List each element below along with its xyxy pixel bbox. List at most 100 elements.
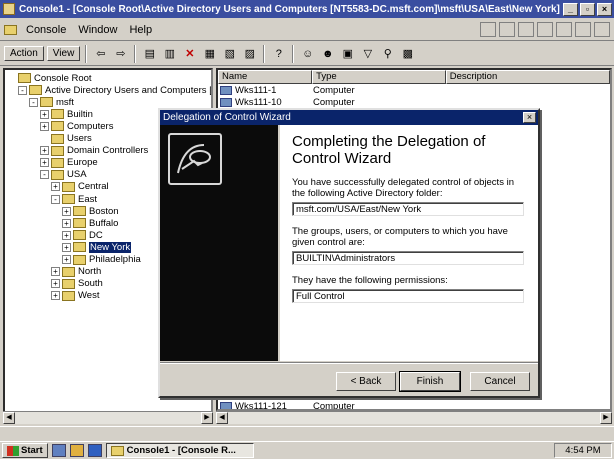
expand-icon[interactable]: + [40,146,49,156]
tree-item[interactable]: + DC [62,229,103,241]
tree-item-label: Console Root [34,72,92,84]
up-folder-icon[interactable]: ▤ [141,46,158,62]
expand-icon[interactable]: + [51,182,60,192]
view-menu[interactable]: View [46,46,81,61]
new-user-icon[interactable]: ☺ [299,46,316,62]
tree-item[interactable]: - Active Directory Users and Computers [N… [18,84,211,96]
expand-icon[interactable]: + [62,255,71,264]
export-icon[interactable]: ▨ [241,46,258,62]
scroll-left-arrow-icon[interactable]: ◀ [3,412,15,424]
collapse-icon[interactable]: - [40,170,49,180]
dialog-close-button[interactable]: × [523,112,536,123]
open-icon[interactable] [499,22,515,37]
child-close-icon[interactable] [594,22,610,37]
tree-item[interactable]: Console Root [7,72,92,84]
tree-item[interactable]: + Europe [40,157,98,169]
tree-item[interactable]: + Boston [62,205,119,217]
folder-icon [51,157,64,168]
action-menu[interactable]: Action [4,46,44,61]
properties-icon[interactable]: ▦ [201,46,218,62]
maximize-button[interactable]: ▫ [580,2,595,16]
child-restore-icon[interactable] [575,22,591,37]
tree-item[interactable]: + North [51,266,101,278]
new-icon[interactable] [480,22,496,37]
tree-item[interactable]: - East [51,193,97,205]
add-to-group-icon[interactable]: ▩ [399,46,416,62]
expand-icon[interactable]: + [62,242,71,252]
internet-explorer-icon[interactable] [87,444,102,457]
delete-icon[interactable]: ✕ [181,46,198,62]
app-menu-icon[interactable] [4,24,17,35]
back-button[interactable]: < Back [336,372,396,391]
permissions-description: They have the following permissions: [292,275,448,286]
taskbar-console-button[interactable]: Console1 - [Console R... [105,443,254,458]
expand-icon[interactable]: + [51,279,60,289]
close-button[interactable]: × [597,2,612,16]
show-tree-icon[interactable]: ▥ [161,46,178,62]
tree-item[interactable]: - msft [29,96,74,108]
tree-item[interactable]: - USA [40,169,87,181]
child-minimize-icon[interactable] [556,22,572,37]
collapse-icon[interactable]: - [18,85,27,95]
filter-icon[interactable]: ▽ [359,46,376,62]
menu-help[interactable]: Help [123,22,158,38]
principals-field[interactable]: BUILTIN\Administrators [292,251,524,265]
expand-icon[interactable]: + [62,206,71,216]
column-header-name[interactable]: Name [218,70,313,84]
expand-icon[interactable]: + [51,267,60,277]
expand-icon[interactable]: + [40,109,49,119]
cancel-button[interactable]: Cancel [470,372,530,391]
start-button[interactable]: Start [2,443,48,458]
collapse-icon[interactable]: - [29,97,38,107]
tree-item[interactable]: + Philadelphia [62,254,141,266]
tree-item[interactable]: + West [51,290,99,302]
list-item-type: Computer [313,400,355,411]
list-item[interactable]: Wks111-10 Computer [218,96,610,108]
expand-icon[interactable]: + [40,121,49,131]
show-desktop-icon[interactable] [51,444,66,457]
minimize-button[interactable]: _ [563,2,578,16]
new-window-icon[interactable] [537,22,553,37]
expand-icon[interactable]: + [51,291,60,301]
tree-item[interactable]: + Buffalo [62,217,118,229]
save-icon[interactable] [518,22,534,37]
tree-horizontal-scrollbar[interactable]: ◀ ▶ [3,411,213,424]
forward-arrow-icon[interactable]: ⇨ [112,46,129,62]
list-item[interactable]: Wks111-1 Computer [218,84,610,96]
tree-item[interactable]: + South [51,278,103,290]
tree-item[interactable]: Users [40,133,92,145]
column-header-type[interactable]: Type [312,70,446,84]
list-item[interactable]: Wks111-121 Computer [218,400,355,411]
column-header-description[interactable]: Description [445,70,610,84]
scroll-left-arrow-icon[interactable]: ◀ [216,412,228,424]
tree-item[interactable]: + Domain Controllers [40,145,148,157]
principals-description: The groups, users, or computers to which… [292,226,508,248]
help-icon[interactable]: ? [270,46,287,62]
scroll-right-arrow-icon[interactable]: ▶ [600,412,612,424]
folder-path-field[interactable]: msft.com/USA/East/New York [292,202,524,216]
tree-item[interactable]: + Central [51,181,109,193]
expand-icon[interactable]: + [62,230,71,240]
new-group-icon[interactable]: ☻ [319,46,336,62]
tree-item[interactable]: + Builtin [40,108,93,120]
tree-item-label: Domain Controllers [67,145,149,157]
new-ou-icon[interactable]: ▣ [339,46,356,62]
menu-window[interactable]: Window [72,22,123,38]
list-item-name: Wks111-1 [235,84,277,96]
collapse-icon[interactable]: - [51,194,60,204]
finish-button[interactable]: Finish [399,371,461,392]
find-icon[interactable]: ⚲ [379,46,396,62]
tree-item-label: West [78,290,100,302]
tree-item-label: Central [78,181,109,193]
expand-icon[interactable]: + [62,218,71,228]
tree-item[interactable]: + Computers [40,120,113,132]
explorer-icon[interactable] [69,444,84,457]
refresh-icon[interactable]: ▧ [221,46,238,62]
expand-icon[interactable]: + [40,158,49,168]
list-horizontal-scrollbar[interactable]: ◀ ▶ [216,411,612,424]
menu-console[interactable]: Console [20,22,72,38]
scroll-right-arrow-icon[interactable]: ▶ [201,412,213,424]
back-arrow-icon[interactable]: ⇦ [92,46,109,62]
permissions-field[interactable]: Full Control [292,289,524,303]
tree-item[interactable]: + New York [62,241,132,253]
